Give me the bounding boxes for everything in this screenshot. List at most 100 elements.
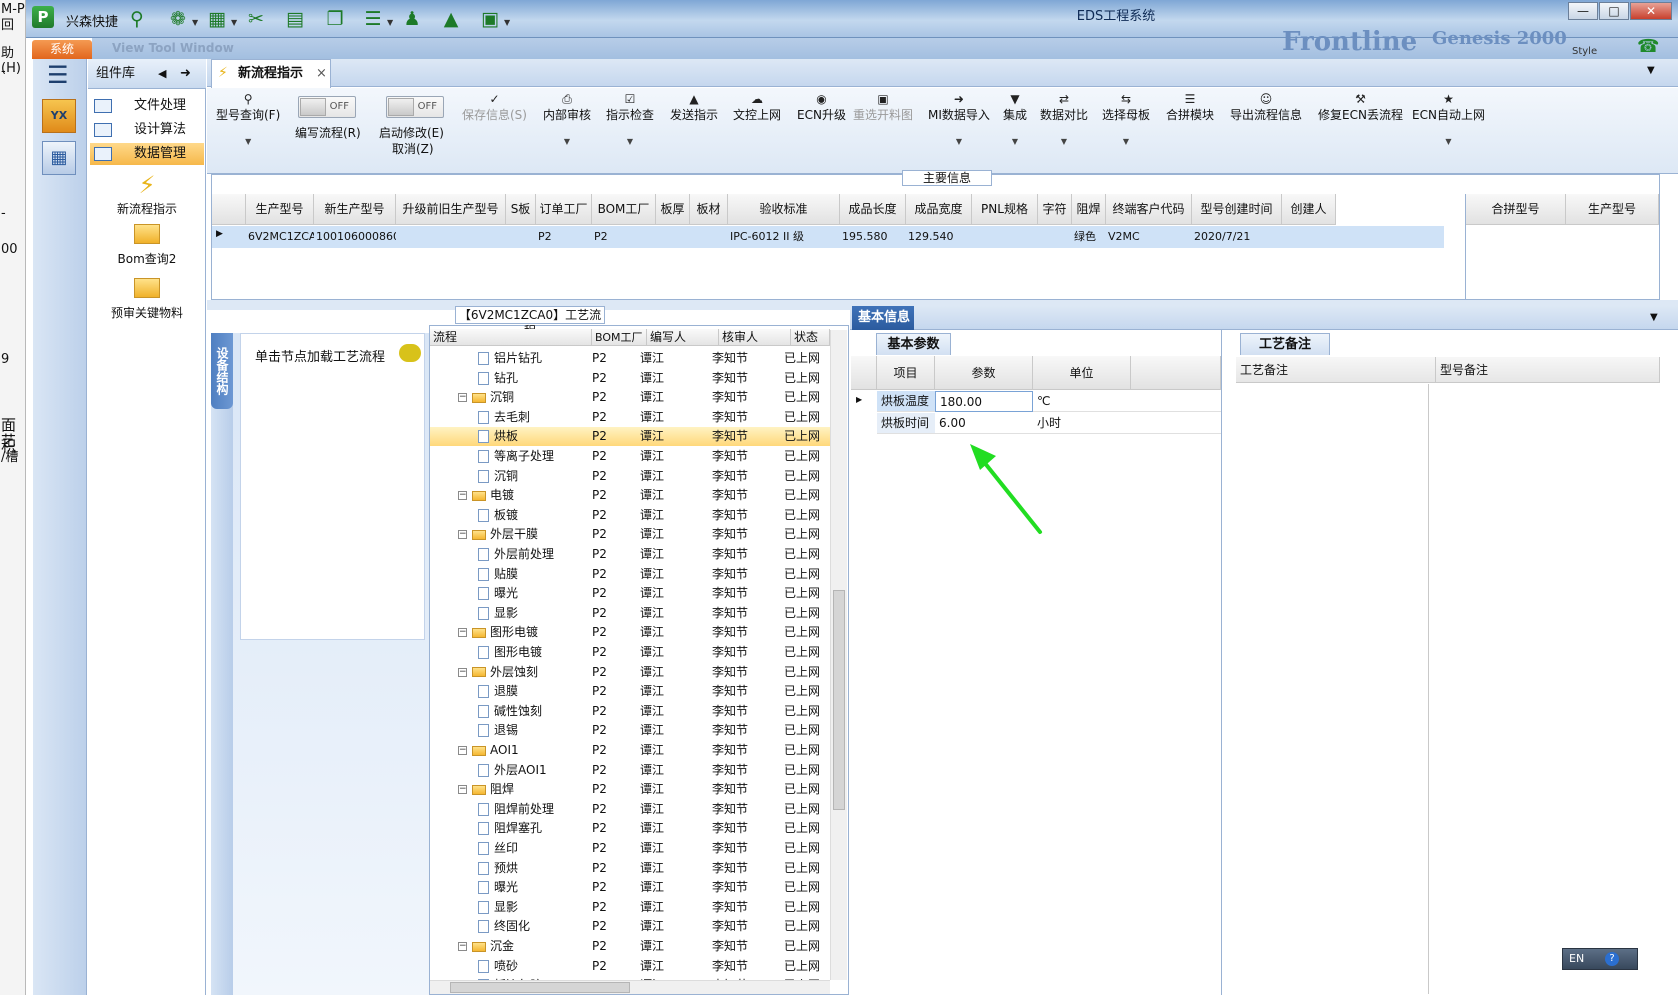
tree-column-header[interactable]: BOM工厂	[592, 329, 647, 346]
grid-column-header[interactable]: 阻焊	[1072, 194, 1106, 225]
collapse-icon[interactable]: −	[458, 491, 467, 501]
tree-column-header[interactable]: 流程	[430, 329, 592, 346]
grid-cell[interactable]	[1284, 226, 1336, 248]
menu-icon[interactable]: ☰	[47, 61, 69, 89]
remarks-column-header[interactable]: 型号备注	[1436, 357, 1660, 383]
tree-row[interactable]: 退膜 P2 谭江 李知节 已上网	[430, 682, 830, 701]
tree-row[interactable]: 显影 P2 谭江 李知节 已上网	[430, 898, 830, 917]
param-value-input[interactable]: 180.00	[935, 391, 1033, 412]
tree-row[interactable]: − 电镀 P2 谭江 李知节 已上网	[430, 486, 830, 505]
tree-row[interactable]: 退锡 P2 谭江 李知节 已上网	[430, 721, 830, 740]
grid-cell[interactable]: 10010600086053	[316, 226, 396, 248]
tool-new-flow[interactable]: ⚡ 新流程指示	[92, 170, 202, 217]
tree-row[interactable]: 曝光 P2 谭江 李知节 已上网	[430, 584, 830, 603]
ime-indicator[interactable]: EN ?	[1562, 948, 1638, 970]
grid-column-header[interactable]: 生产型号	[246, 194, 314, 225]
grid-cell[interactable]	[974, 226, 1038, 248]
grid-column-header[interactable]: 创建人	[1282, 194, 1336, 225]
phone-icon[interactable]: ☎	[1637, 36, 1659, 57]
maximize-button[interactable]: □	[1599, 2, 1629, 20]
grid-cell[interactable]	[658, 226, 690, 248]
tree-row[interactable]: 外层AOI1 P2 谭江 李知节 已上网	[430, 761, 830, 780]
tool-bom-query[interactable]: Bom查询2	[92, 224, 202, 267]
grid-column-header[interactable]: PNL规格	[972, 194, 1038, 225]
params-column-header[interactable]: 参数	[935, 356, 1033, 390]
grid-column-header[interactable]: BOM工厂	[592, 194, 656, 225]
help-icon[interactable]: ?	[1605, 952, 1619, 966]
tree-row[interactable]: 丝印 P2 谭江 李知节 已上网	[430, 839, 830, 858]
tree-row[interactable]: 曝光 P2 谭江 李知节 已上网	[430, 878, 830, 897]
tree-row[interactable]: − 阻焊 P2 谭江 李知节 已上网	[430, 780, 830, 799]
reselect-cutting-button[interactable]: ▣ 重选开料图	[853, 92, 913, 123]
grid-cell[interactable]: P2	[594, 226, 656, 248]
system-menu-tab[interactable]: 系统	[32, 40, 92, 59]
tree-row[interactable]: 去毛刺 P2 谭江 李知节 已上网	[430, 408, 830, 427]
tree-row[interactable]: 阻焊前处理 P2 谭江 李知节 已上网	[430, 800, 830, 819]
chevron-down-icon[interactable]: ▼	[1647, 65, 1655, 76]
tab-device-structure[interactable]: 设备结构	[211, 333, 233, 409]
grid-cell[interactable]: 195.580	[842, 226, 906, 248]
tree-row[interactable]: 板镀 P2 谭江 李知节 已上网	[430, 506, 830, 525]
cancel-button[interactable]: 取消(Z)	[392, 140, 434, 157]
grid-column-header[interactable]: 升级前旧生产型号	[396, 194, 506, 225]
side-column-header[interactable]: 生产型号	[1566, 194, 1659, 225]
model-query-button[interactable]: ⚲ 型号查询(F) ▼	[216, 92, 280, 146]
doc-control-online-button[interactable]: ☁ 文控上网	[733, 92, 781, 123]
tree-row[interactable]: − 图形电镀 P2 谭江 李知节 已上网	[430, 623, 830, 642]
ecn-auto-online-button[interactable]: ★ ECN自动上网 ▼	[1412, 92, 1485, 146]
tree-row[interactable]: 终固化 P2 谭江 李知节 已上网	[430, 917, 830, 936]
tab-basic-params[interactable]: 基本参数	[876, 333, 951, 355]
grid-column-header[interactable]: S板	[506, 194, 536, 225]
component-data-management[interactable]: 数据管理	[90, 143, 204, 165]
tree-row[interactable]: 等离子处理 P2 谭江 李知节 已上网	[430, 447, 830, 466]
tree-row[interactable]: − 沉铜 P2 谭江 李知节 已上网	[430, 388, 830, 407]
export-flow-button[interactable]: ☺ 导出流程信息	[1230, 92, 1302, 123]
grid-column-header[interactable]: 新生产型号	[314, 194, 396, 225]
collapse-icon[interactable]: −	[458, 628, 467, 638]
tree-column-header[interactable]: 编写人	[647, 329, 719, 346]
tree-row[interactable]: 钻孔 P2 谭江 李知节 已上网	[430, 369, 830, 388]
tree-row[interactable]: 图形电镀 P2 谭江 李知节 已上网	[430, 643, 830, 662]
tree-row[interactable]: − 外层干膜 P2 谭江 李知节 已上网	[430, 525, 830, 544]
grid-cell[interactable]: 绿色	[1074, 226, 1106, 248]
grid-column-header[interactable]: 成品宽度	[906, 194, 972, 225]
side-column-header[interactable]: 合拼型号	[1466, 194, 1566, 225]
edit-flow-toggle[interactable]: OFF	[298, 96, 356, 118]
tree-column-header[interactable]: 核审人	[719, 329, 791, 346]
collapse-icon[interactable]: −	[458, 530, 467, 540]
merge-module-button[interactable]: ☰ 合拼模块	[1166, 92, 1214, 123]
grid-cell[interactable]: 2020/7/21	[1194, 226, 1282, 248]
grid-cell[interactable]: 129.540	[908, 226, 972, 248]
tree-row[interactable]: 贴膜 P2 谭江 李知节 已上网	[430, 565, 830, 584]
grid-cell[interactable]	[398, 226, 506, 248]
grid-cell[interactable]: 6V2MC1ZCA0	[248, 226, 314, 248]
params-column-header[interactable]: 项目	[877, 356, 935, 390]
fix-ecn-flow-button[interactable]: ⚒ 修复ECN丢流程	[1318, 92, 1403, 123]
grid-column-header[interactable]: 验收标准	[728, 194, 840, 225]
tree-vertical-scrollbar[interactable]	[830, 330, 847, 980]
grid-column-header[interactable]: 字符	[1038, 194, 1072, 225]
grid-column-header[interactable]: 型号创建时间	[1192, 194, 1282, 225]
tree-horizontal-scrollbar[interactable]	[430, 980, 830, 994]
grid-cell[interactable]	[1040, 226, 1072, 248]
calculator-module-icon[interactable]: ▦	[42, 141, 76, 175]
remarks-column-header[interactable]: 工艺备注	[1236, 357, 1436, 383]
grid-cell[interactable]: IPC-6012 II 级	[730, 226, 840, 248]
send-instruction-button[interactable]: ▲ 发送指示	[670, 92, 718, 123]
tab-basic-info[interactable]: 基本信息	[852, 306, 914, 330]
mi-import-button[interactable]: ➜ MI数据导入 ▼	[928, 92, 990, 146]
ecn-upgrade-button[interactable]: ◉ ECN升级	[797, 92, 846, 123]
select-mother-board-button[interactable]: ⇆ 选择母板 ▼	[1102, 92, 1150, 146]
collapse-icon[interactable]: −	[458, 667, 467, 677]
instruction-check-button[interactable]: ☑ 指示检查 ▼	[606, 92, 654, 146]
grid-column-header[interactable]: 成品长度	[840, 194, 906, 225]
integrate-button[interactable]: ▼ 集成 ▼	[1003, 92, 1027, 146]
tree-row[interactable]: − AOI1 P2 谭江 李知节 已上网	[430, 741, 830, 760]
tree-row[interactable]: − 外层蚀刻 P2 谭江 李知节 已上网	[430, 663, 830, 682]
tree-row[interactable]: − 沉金 P2 谭江 李知节 已上网	[430, 937, 830, 956]
collapse-icon[interactable]: −	[458, 746, 467, 755]
minimize-button[interactable]: —	[1568, 2, 1598, 20]
close-button[interactable]: ✕	[1630, 2, 1672, 20]
param-value-input[interactable]: 6.00	[935, 413, 1033, 434]
grid-cell[interactable]	[508, 226, 536, 248]
